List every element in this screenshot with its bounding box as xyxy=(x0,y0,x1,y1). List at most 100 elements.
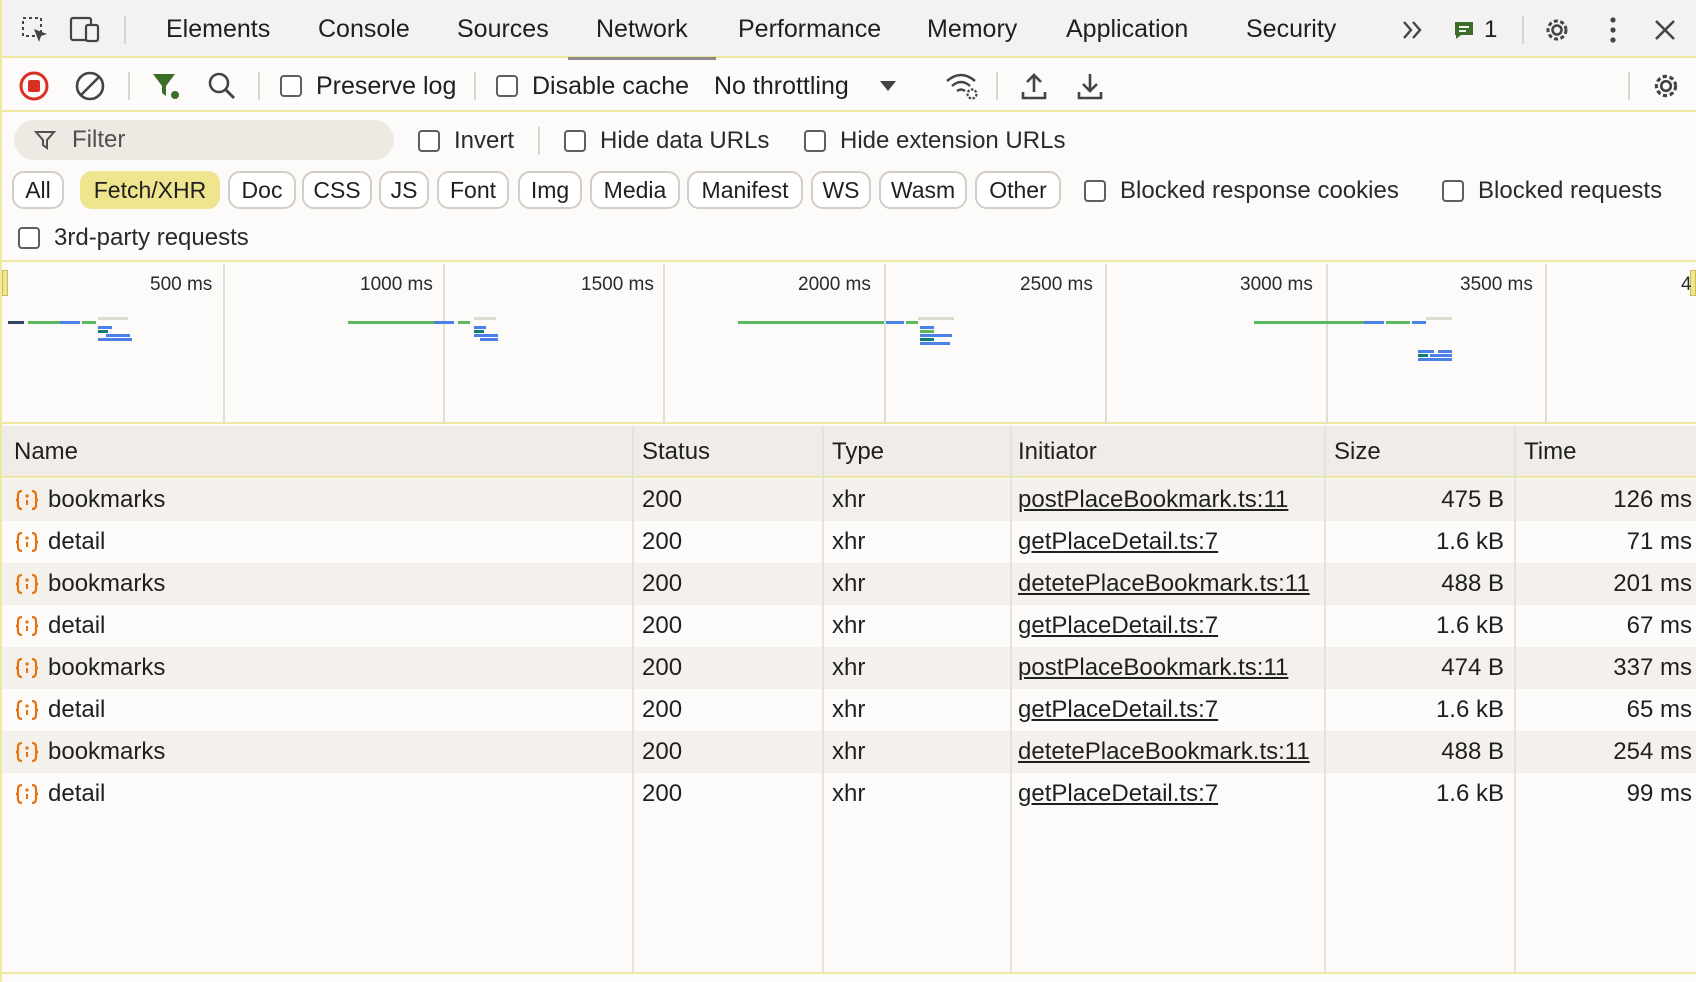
type-filter-img[interactable]: Img xyxy=(518,171,582,209)
type-cell: xhr xyxy=(832,780,866,807)
request-name-cell[interactable]: detail xyxy=(14,605,105,647)
kebab-menu-icon[interactable] xyxy=(1596,13,1630,47)
toolbar-separator xyxy=(128,72,130,100)
tab-application[interactable]: Application xyxy=(1062,0,1192,58)
type-filter-wasm[interactable]: Wasm xyxy=(879,171,967,209)
checkbox-box[interactable] xyxy=(496,75,518,97)
table-row[interactable]: bookmarks 200 xhr postPlaceBookmark.ts:11 47… xyxy=(2,647,1696,689)
table-row[interactable]: bookmarks 200 xhr postPlaceBookmark.ts:11 47… xyxy=(2,479,1696,521)
settings-gear-icon[interactable] xyxy=(1540,13,1574,47)
import-har-icon[interactable] xyxy=(1018,60,1050,112)
type-filter-css[interactable]: CSS xyxy=(302,171,372,209)
checkbox-box[interactable] xyxy=(1084,180,1106,202)
column-header-type[interactable]: Type xyxy=(832,426,884,478)
type-filter-font[interactable]: Font xyxy=(437,171,509,209)
hide-data-urls-checkbox[interactable]: Hide data URLs xyxy=(564,127,769,155)
request-name-cell[interactable]: bookmarks xyxy=(14,647,165,689)
initiator-link[interactable]: postPlaceBookmark.ts:11 xyxy=(1018,479,1288,521)
table-row[interactable]: detail 200 xhr getPlaceDetail.ts:7 1.6 kB 65 … xyxy=(2,689,1696,731)
filter-funnel-icon[interactable] xyxy=(150,60,182,112)
column-divider[interactable] xyxy=(822,426,824,974)
type-filter-doc[interactable]: Doc xyxy=(228,171,296,209)
table-row[interactable]: bookmarks 200 xhr detetePlaceBookmark.ts:11… xyxy=(2,731,1696,773)
initiator-link[interactable]: detetePlaceBookmark.ts:11 xyxy=(1018,563,1310,605)
throttling-select[interactable]: No throttling xyxy=(714,60,897,112)
table-row[interactable]: bookmarks 200 xhr detetePlaceBookmark.ts:11… xyxy=(2,563,1696,605)
tab-elements[interactable]: Elements xyxy=(162,0,274,58)
type-filter-ws[interactable]: WS xyxy=(811,171,871,209)
type-filter-manifest[interactable]: Manifest xyxy=(687,171,803,209)
close-icon[interactable] xyxy=(1648,13,1682,47)
blocked-response-cookies-checkbox[interactable]: Blocked response cookies xyxy=(1084,177,1399,205)
request-name-cell[interactable]: bookmarks xyxy=(14,563,165,605)
checkbox-box[interactable] xyxy=(804,130,826,152)
tab-security[interactable]: Security xyxy=(1242,0,1340,58)
column-header-size[interactable]: Size xyxy=(1334,426,1381,478)
disable-cache-checkbox[interactable]: Disable cache xyxy=(496,60,689,112)
request-name: bookmarks xyxy=(48,486,166,513)
device-toolbar-icon[interactable] xyxy=(68,13,102,47)
request-name-cell[interactable]: detail xyxy=(14,521,105,563)
clear-icon[interactable] xyxy=(74,60,106,112)
request-name-cell[interactable]: bookmarks xyxy=(14,479,165,521)
type-cell: xhr xyxy=(832,570,866,597)
export-har-icon[interactable] xyxy=(1074,60,1106,112)
timeline-waterfall-bars xyxy=(8,317,1452,361)
request-name-cell[interactable]: detail xyxy=(14,689,105,731)
tab-sources[interactable]: Sources xyxy=(453,0,553,58)
initiator-link[interactable]: getPlaceDetail.ts:7 xyxy=(1018,605,1218,647)
column-divider[interactable] xyxy=(1514,426,1516,974)
checkbox-box[interactable] xyxy=(18,227,40,249)
inspect-element-icon[interactable] xyxy=(18,13,52,47)
network-conditions-icon[interactable] xyxy=(944,60,980,112)
network-settings-gear-icon[interactable] xyxy=(1650,60,1682,112)
column-header-name[interactable]: Name xyxy=(14,426,78,478)
tab-console[interactable]: Console xyxy=(314,0,414,58)
timeline-overview[interactable]: 500 ms 1000 ms 1500 ms 2000 ms 2500 ms 3… xyxy=(2,264,1696,424)
hide-data-urls-label: Hide data URLs xyxy=(600,127,770,154)
type-filter-js[interactable]: JS xyxy=(379,171,429,209)
tab-memory[interactable]: Memory xyxy=(923,0,1021,58)
third-party-requests-checkbox[interactable]: 3rd-party requests xyxy=(18,224,249,252)
request-name-cell[interactable]: detail xyxy=(14,773,105,815)
type-filter-all[interactable]: All xyxy=(12,171,64,209)
devtools-tab-bar: Elements Console Sources Network Perform… xyxy=(2,0,1696,60)
invert-checkbox[interactable]: Invert xyxy=(418,127,514,155)
stop-recording-icon[interactable] xyxy=(18,60,50,112)
checkbox-box[interactable] xyxy=(1442,180,1464,202)
checkbox-box[interactable] xyxy=(280,75,302,97)
column-header-status[interactable]: Status xyxy=(642,426,710,478)
table-row[interactable]: detail 200 xhr getPlaceDetail.ts:7 1.6 kB 99 … xyxy=(2,773,1696,815)
initiator-link[interactable]: detetePlaceBookmark.ts:11 xyxy=(1018,731,1310,773)
initiator-link[interactable]: getPlaceDetail.ts:7 xyxy=(1018,521,1218,563)
filter-input[interactable]: Filter xyxy=(14,120,394,160)
issues-button[interactable]: 1 xyxy=(1452,13,1512,47)
column-header-time[interactable]: Time xyxy=(1524,426,1576,478)
checkbox-box[interactable] xyxy=(418,130,440,152)
more-tabs-icon[interactable] xyxy=(1396,13,1430,47)
preserve-log-checkbox[interactable]: Preserve log xyxy=(280,60,456,112)
type-filter-media[interactable]: Media xyxy=(590,171,680,209)
column-divider[interactable] xyxy=(632,426,634,974)
tab-performance[interactable]: Performance xyxy=(734,0,885,58)
table-row[interactable]: detail 200 xhr getPlaceDetail.ts:7 1.6 kB 67 … xyxy=(2,605,1696,647)
time-cell: 99 ms xyxy=(1626,780,1692,807)
column-divider[interactable] xyxy=(1324,426,1326,974)
type-filter-fetch-xhr[interactable]: Fetch/XHR xyxy=(80,171,220,209)
toolbar-separator xyxy=(258,72,260,100)
type-filter-other[interactable]: Other xyxy=(975,171,1061,209)
tab-network[interactable]: Network xyxy=(568,0,716,60)
table-header: Name Status Type Initiator Size Time xyxy=(2,426,1696,478)
search-icon[interactable] xyxy=(206,60,238,112)
initiator-link[interactable]: getPlaceDetail.ts:7 xyxy=(1018,689,1218,731)
checkbox-box[interactable] xyxy=(564,130,586,152)
request-name-cell[interactable]: bookmarks xyxy=(14,731,165,773)
column-divider[interactable] xyxy=(1010,426,1012,974)
initiator-link[interactable]: getPlaceDetail.ts:7 xyxy=(1018,773,1218,815)
table-row[interactable]: detail 200 xhr getPlaceDetail.ts:7 1.6 kB 71 … xyxy=(2,521,1696,563)
hide-extension-urls-checkbox[interactable]: Hide extension URLs xyxy=(804,127,1065,155)
initiator-link[interactable]: postPlaceBookmark.ts:11 xyxy=(1018,647,1288,689)
blocked-requests-checkbox[interactable]: Blocked requests xyxy=(1442,177,1662,205)
toolbar-separator xyxy=(996,72,998,100)
column-header-initiator[interactable]: Initiator xyxy=(1018,426,1097,478)
